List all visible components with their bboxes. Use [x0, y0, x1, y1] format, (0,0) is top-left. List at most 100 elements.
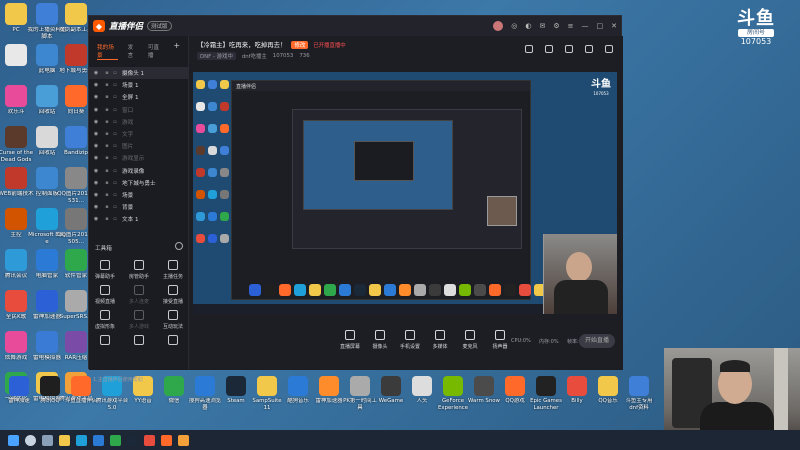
- taskbar-app-icon[interactable]: [144, 434, 155, 446]
- desktop-icon[interactable]: WeGame: [374, 376, 408, 411]
- visibility-icon[interactable]: ◉: [93, 119, 99, 125]
- desktop-icon[interactable]: SampSuite 11: [250, 376, 284, 411]
- lock-icon[interactable]: ▪: [103, 204, 111, 210]
- toolbox-item[interactable]: [159, 335, 187, 348]
- media-button[interactable]: 多媒体: [427, 330, 453, 350]
- scene-item[interactable]: ◉ ▪ ▫ 文字: [89, 128, 188, 140]
- visibility-icon[interactable]: ◉: [93, 94, 99, 100]
- skin-icon[interactable]: ◐: [525, 22, 531, 30]
- visibility-icon[interactable]: ◉: [93, 82, 99, 88]
- screen-capture-button[interactable]: 直播屏幕: [337, 330, 363, 350]
- camera-button[interactable]: 摄像头: [367, 330, 393, 350]
- menu-icon[interactable]: ≡: [568, 22, 574, 30]
- bell-icon[interactable]: [585, 45, 593, 53]
- toolbox-item[interactable]: 主播任务: [159, 260, 187, 280]
- message-icon[interactable]: ✉: [539, 22, 545, 30]
- scene-item[interactable]: ◉ ▪ ▫ 地下城与勇士: [89, 177, 188, 189]
- lock-icon[interactable]: ▪: [103, 216, 111, 222]
- file-explorer-icon[interactable]: [59, 434, 70, 446]
- lock-icon[interactable]: ▪: [103, 131, 111, 137]
- calendar-icon[interactable]: [565, 45, 573, 53]
- lock-icon[interactable]: ▪: [103, 143, 111, 149]
- tab-live[interactable]: 可直播: [148, 43, 163, 60]
- desktop-icon[interactable]: 腾讯QQ: [33, 376, 67, 411]
- visibility-icon[interactable]: ◉: [93, 143, 99, 149]
- game-taskbar-icon[interactable]: [178, 434, 189, 446]
- scene-item[interactable]: ◉ ▪ ▫ 图片: [89, 140, 188, 152]
- toolbox-item[interactable]: 弹幕助手: [91, 260, 119, 280]
- wechat-icon[interactable]: [110, 434, 121, 446]
- lock-icon[interactable]: ▪: [103, 180, 111, 186]
- user-avatar[interactable]: [493, 21, 504, 31]
- visibility-icon[interactable]: ◉: [93, 107, 99, 113]
- lock-icon[interactable]: ▪: [103, 107, 111, 113]
- scene-item[interactable]: ◉ ▪ ▫ 场景: [89, 189, 188, 201]
- visibility-icon[interactable]: ◉: [93, 155, 99, 161]
- stream-preview[interactable]: 斗鱼 107053 直播伴侣: [193, 72, 617, 314]
- desktop-icon[interactable]: 微信: [157, 376, 191, 411]
- toolbox-item[interactable]: 多人连麦: [125, 285, 153, 305]
- maximize-icon[interactable]: □: [597, 22, 604, 30]
- desktop-icon[interactable]: 雷神加速: [2, 376, 36, 411]
- settings-icon[interactable]: ⚙: [553, 22, 559, 30]
- visibility-icon[interactable]: ◉: [93, 131, 99, 137]
- scene-item[interactable]: ◉ ▪ ▫ 游戏录像: [89, 165, 188, 177]
- tab-comments[interactable]: 发言: [128, 43, 138, 60]
- visibility-icon[interactable]: ◉: [93, 168, 99, 174]
- toolbox-item[interactable]: 虚拟形象: [91, 310, 119, 330]
- desktop-icon[interactable]: Steam: [219, 376, 253, 411]
- desktop-icon[interactable]: QQ音乐: [591, 376, 625, 411]
- steam-icon[interactable]: [127, 434, 138, 446]
- toolbox-item[interactable]: [91, 335, 119, 348]
- douyu-taskbar-icon[interactable]: [161, 434, 172, 446]
- close-icon[interactable]: ✕: [611, 22, 617, 30]
- desktop-icon[interactable]: Epic Games Launcher: [529, 376, 563, 411]
- toolbox-item[interactable]: 互动玩法: [159, 310, 187, 330]
- desktop-icon[interactable]: Warm Snow: [467, 376, 501, 411]
- minimize-icon[interactable]: —: [582, 22, 589, 30]
- share-icon[interactable]: [605, 45, 613, 53]
- toolbox-toggle-icon[interactable]: [175, 242, 183, 250]
- desktop-icon[interactable]: PK第一时间工具: [343, 376, 377, 411]
- scene-item[interactable]: ◉ ▪ ▫ 全屏 1: [89, 91, 188, 103]
- sidebar-footer-link[interactable]: 1.主直播伴侣使用帮助: [93, 376, 143, 383]
- sogou-browser-icon[interactable]: [93, 434, 104, 446]
- lock-icon[interactable]: ▪: [103, 168, 111, 174]
- visibility-icon[interactable]: ◉: [93, 204, 99, 210]
- search-icon[interactable]: [25, 434, 36, 446]
- lock-icon[interactable]: ▪: [103, 192, 111, 198]
- lock-icon[interactable]: ▪: [103, 70, 111, 76]
- delete-icon[interactable]: [525, 45, 533, 53]
- toolbox-item[interactable]: 房管助手: [125, 260, 153, 280]
- desktop-icon[interactable]: 搜狗高速浏览器: [188, 376, 222, 411]
- desktop-icon[interactable]: 酷狗音乐: [281, 376, 315, 411]
- gift-icon[interactable]: [545, 45, 553, 53]
- help-icon[interactable]: ◎: [511, 22, 517, 30]
- tab-my-scenes[interactable]: 我的场景: [97, 43, 118, 60]
- visibility-icon[interactable]: ◉: [93, 70, 99, 76]
- scene-item[interactable]: ◉ ▪ ▫ 窗口: [89, 104, 188, 116]
- lock-icon[interactable]: ▪: [103, 94, 111, 100]
- toolbox-item[interactable]: 接受直播: [159, 285, 187, 305]
- task-view-icon[interactable]: [42, 434, 53, 446]
- toolbox-item[interactable]: [125, 335, 153, 348]
- desktop-icon[interactable]: 斗鱼主专用dnf资料: [622, 376, 656, 411]
- toolbox-item[interactable]: 多人游戏: [125, 310, 153, 330]
- edit-title-button[interactable]: 修改: [291, 40, 309, 49]
- desktop-icon[interactable]: QQ游戏: [498, 376, 532, 411]
- speaker-button[interactable]: 扬声器: [487, 330, 513, 350]
- go-live-button[interactable]: 开始直播: [579, 334, 615, 348]
- start-icon[interactable]: [8, 434, 19, 446]
- scene-item[interactable]: ◉ ▪ ▫ 场景 1: [89, 79, 188, 91]
- desktop-icon[interactable]: 人头: [405, 376, 439, 411]
- scene-item[interactable]: ◉ ▪ ▫ 游戏: [89, 116, 188, 128]
- scene-item[interactable]: ◉ ▪ ▫ 摄像头 1: [89, 67, 188, 80]
- desktop-icon[interactable]: 雷神加速器: [312, 376, 346, 411]
- room-category[interactable]: DNF - 游戏中: [197, 52, 236, 60]
- phone-button[interactable]: 手机设置: [397, 330, 423, 350]
- microphone-button[interactable]: 麦克风: [457, 330, 483, 350]
- edge-icon[interactable]: [76, 434, 87, 446]
- scene-item[interactable]: ◉ ▪ ▫ 背景: [89, 201, 188, 213]
- toolbox-item[interactable]: 视频直播: [91, 285, 119, 305]
- visibility-icon[interactable]: ◉: [93, 180, 99, 186]
